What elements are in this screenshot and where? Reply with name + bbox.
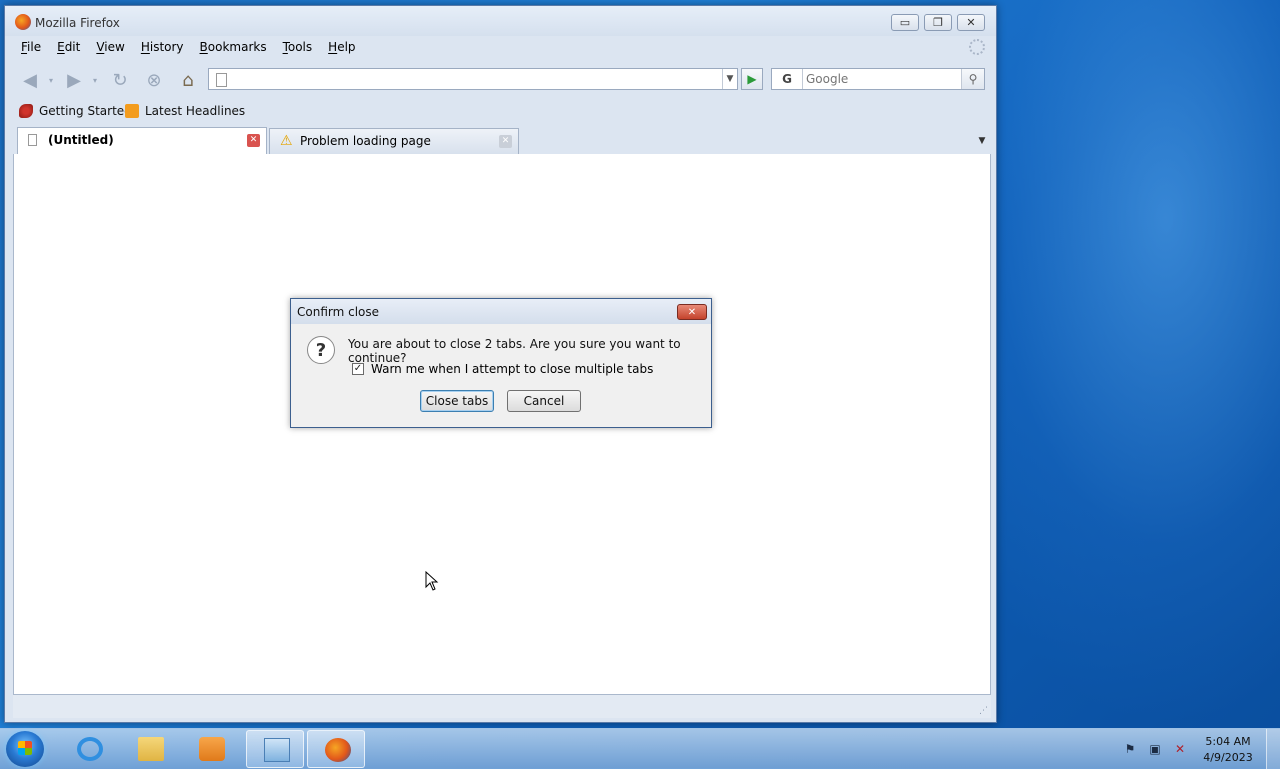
close-tabs-button[interactable]: Close tabs [420,390,494,412]
search-input[interactable] [806,69,956,89]
search-engine-selector[interactable]: G [772,69,803,89]
start-button[interactable] [6,731,44,767]
minimize-button[interactable]: ▭ [891,14,919,31]
dialog-titlebar[interactable]: Confirm close ✕ [291,299,711,324]
bookmark-latest-headlines[interactable]: Latest Headlines [125,102,245,120]
internet-explorer-icon [77,737,103,761]
tab-label: Problem loading page [300,134,431,148]
back-history-dropdown-icon[interactable]: ▾ [45,70,57,92]
dialog-close-button[interactable]: ✕ [677,304,707,320]
confirm-close-dialog: Confirm close ✕ ? You are about to close… [290,298,712,428]
taskbar-control-panel[interactable] [246,730,304,768]
tab-problem-loading[interactable]: ⚠ Problem loading page ✕ [269,128,519,154]
network-icon[interactable]: ▣ [1147,741,1163,757]
window-title: Mozilla Firefox [35,16,120,30]
list-all-tabs-icon[interactable]: ▼ [973,128,991,154]
search-icon[interactable]: ⚲ [961,69,984,89]
warn-checkbox[interactable]: ✓ [352,363,364,375]
bookmarks-toolbar: Getting Started Latest Headlines [5,99,996,123]
menu-edit[interactable]: Edit [49,38,88,58]
navigation-toolbar: ◀ ▾ ▶ ▾ ↻ ⊗ ⌂ ▼ ▶ G ⚲ [5,60,996,98]
close-tab-icon[interactable]: ✕ [499,135,512,148]
menu-help[interactable]: Help [320,38,363,58]
close-window-button[interactable]: ✕ [957,14,985,31]
activity-throbber-icon [969,39,985,55]
firefox-icon [325,738,351,762]
firefox-bookmark-icon [19,104,33,118]
clock-time: 5:04 AM [1205,735,1251,748]
reload-icon[interactable]: ↻ [107,70,133,92]
window-titlebar[interactable]: Mozilla Firefox ▭ ❐ ✕ [5,6,996,36]
dialog-title: Confirm close [297,305,380,319]
page-icon [216,73,227,87]
clock-date: 4/9/2023 [1203,751,1253,764]
cancel-button[interactable]: Cancel [507,390,581,412]
tab-label: (Untitled) [48,133,114,147]
menu-file[interactable]: File [13,38,49,58]
bookmark-label: Getting Started [39,104,132,118]
media-player-icon [199,737,225,761]
warn-checkbox-row[interactable]: ✓ Warn me when I attempt to close multip… [352,361,653,377]
search-bar[interactable]: G ⚲ [771,68,985,90]
volume-muted-icon[interactable]: ✕ [1172,741,1188,757]
taskbar: ⚑ ▣ ✕ 5:04 AM 4/9/2023 [0,728,1280,769]
action-center-flag-icon[interactable]: ⚑ [1122,741,1138,757]
maximize-button[interactable]: ❐ [924,14,952,31]
home-icon[interactable]: ⌂ [175,70,201,92]
taskbar-firefox[interactable] [307,730,365,768]
question-icon: ? [307,336,335,364]
tab-bar: (Untitled) ✕ ⚠ Problem loading page ✕ ▼ [13,124,991,155]
taskbar-media-player[interactable] [182,730,240,768]
forward-history-dropdown-icon[interactable]: ▾ [89,70,101,92]
go-button[interactable]: ▶ [741,68,763,90]
bookmark-label: Latest Headlines [145,104,246,118]
url-bar[interactable]: ▼ [208,68,738,90]
page-icon [28,134,37,146]
warn-checkbox-label[interactable]: Warn me when I attempt to close multiple… [371,362,653,376]
resize-grip-icon[interactable]: ⋰ [979,706,988,716]
show-desktop-button[interactable] [1266,729,1280,769]
rss-feed-icon [125,104,139,118]
bookmark-getting-started[interactable]: Getting Started [19,102,132,120]
url-history-dropdown-icon[interactable]: ▼ [722,69,737,89]
status-bar: ⋰ [13,694,991,718]
stop-icon[interactable]: ⊗ [141,70,167,92]
forward-icon[interactable]: ▶ [61,70,87,92]
folder-icon [138,737,164,761]
control-panel-icon [264,738,290,762]
mouse-cursor-icon [425,571,439,591]
firefox-logo-icon [15,14,31,30]
system-clock[interactable]: 5:04 AM 4/9/2023 [1198,734,1258,766]
back-icon[interactable]: ◀ [17,70,43,92]
tab-untitled[interactable]: (Untitled) ✕ [17,127,267,154]
menu-view[interactable]: View [88,38,132,58]
menu-tools[interactable]: Tools [275,38,321,58]
close-tab-icon[interactable]: ✕ [247,134,260,147]
taskbar-internet-explorer[interactable] [60,730,118,768]
taskbar-file-explorer[interactable] [121,730,179,768]
menu-history[interactable]: History [133,38,192,58]
warning-icon: ⚠ [280,133,293,149]
windows-logo-icon [18,741,32,755]
menu-bookmarks[interactable]: Bookmarks [192,38,275,58]
menu-bar: File Edit View History Bookmarks Tools H… [13,38,364,58]
